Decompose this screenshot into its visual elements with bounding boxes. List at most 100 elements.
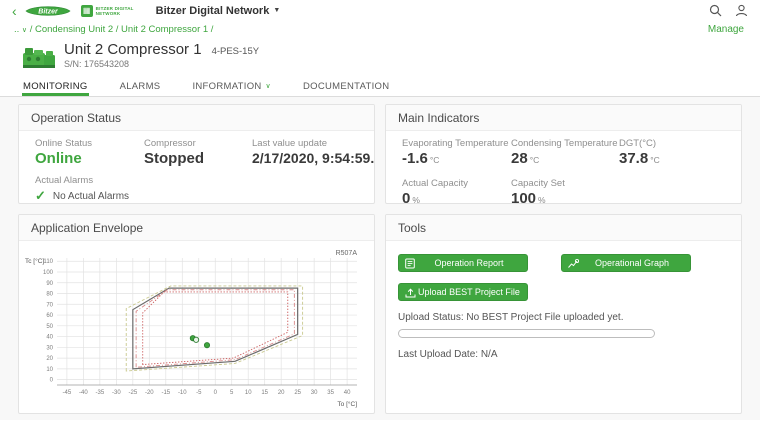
- user-icon[interactable]: [735, 4, 748, 17]
- unit-header: Unit 2 Compressor 1 4-PES-15Y S/N: 17654…: [0, 38, 760, 76]
- field-dgt: DGT(°C) 37.8°C: [619, 138, 725, 167]
- check-icon: ✓: [35, 190, 46, 202]
- operation-status-body: Online Status Online Compressor Stopped …: [19, 131, 374, 204]
- bdn-logo[interactable]: ▦ BITZER DIGITAL NETWORK: [81, 5, 134, 17]
- x-tick-label: 15: [261, 390, 268, 396]
- tab-monitoring[interactable]: MONITORING: [22, 76, 89, 96]
- compressor-value: Stopped: [144, 150, 252, 167]
- x-tick-label: -20: [145, 390, 154, 396]
- field-compressor: Compressor Stopped: [144, 138, 252, 167]
- field-evaporating-temperature: Evaporating Temperature -1.6°C: [402, 138, 511, 167]
- alarms-value: No Actual Alarms: [53, 191, 129, 202]
- x-tick-label: -45: [63, 390, 72, 396]
- back-chevron-icon[interactable]: ‹: [12, 4, 17, 18]
- x-tick-label: 40: [344, 390, 351, 396]
- chevron-down-icon: ∨: [266, 82, 271, 90]
- panel-title: Tools: [386, 215, 741, 241]
- x-tick-label: -15: [161, 390, 170, 396]
- x-tick-label: 20: [278, 390, 285, 396]
- app-title: Bitzer Digital Network: [156, 5, 270, 17]
- field-condensing-temperature: Condensing Temperature 28°C: [511, 138, 619, 167]
- indicators-grid: Evaporating Temperature -1.6°C Condensin…: [402, 138, 725, 204]
- last-update-value: 2/17/2020, 9:54:59...: [252, 150, 375, 166]
- x-tick-label: -30: [112, 390, 121, 396]
- field-online-status: Online Status Online: [35, 138, 144, 167]
- operating-point: [194, 337, 199, 342]
- top-app-bar: ‹ Bitzer ▦ BITZER DIGITAL NETWORK Bitzer…: [0, 0, 760, 21]
- panel-title: Main Indicators: [386, 105, 741, 131]
- y-tick-label: 90: [46, 281, 53, 287]
- y-tick-label: 100: [43, 270, 54, 276]
- x-tick-label: -5: [196, 390, 202, 396]
- manage-link[interactable]: Manage: [708, 24, 744, 35]
- x-tick-label: 5: [230, 390, 234, 396]
- last-upload-date-text: Last Upload Date: N/A: [398, 349, 729, 360]
- field-capacity-set: Capacity Set 100%: [511, 178, 619, 204]
- x-tick-label: 35: [327, 390, 334, 396]
- x-axis-label: To [°C]: [337, 400, 357, 408]
- y-tick-label: 50: [46, 324, 53, 330]
- application-envelope-chart: -45 -40 -35 -30 -25 -20 -15 -10 -5 0 5 10 15 20 25 30 35…: [23, 245, 369, 411]
- y-tick-label: 20: [46, 356, 53, 362]
- tab-information[interactable]: INFORMATION∨: [191, 76, 272, 96]
- operating-point: [204, 343, 209, 348]
- online-status-value: Online: [35, 150, 144, 167]
- y-tick-label: 40: [46, 335, 53, 341]
- operation-status-panel: Operation Status Online Status Online Co…: [18, 104, 375, 204]
- bitzer-logo[interactable]: Bitzer: [25, 4, 71, 18]
- content: Operation Status Online Status Online Co…: [0, 97, 760, 420]
- unit-name: Unit 2 Compressor 1: [64, 41, 202, 58]
- y-tick-label: 30: [46, 345, 53, 351]
- y-tick-label: 0: [50, 378, 54, 384]
- x-tick-label: -10: [178, 390, 187, 396]
- report-icon: [405, 258, 417, 269]
- actual-alarms-label: Actual Alarms: [35, 175, 358, 186]
- svg-text:Bitzer: Bitzer: [38, 8, 59, 15]
- y-tick-label: 110: [43, 259, 53, 265]
- main-indicators-panel: Main Indicators Evaporating Temperature …: [385, 104, 742, 204]
- breadcrumb[interactable]: .. ∨ / Condensing Unit 2 / Unit 2 Compre…: [14, 24, 213, 35]
- chevron-down-icon: ∨: [22, 27, 27, 34]
- search-icon[interactable]: [709, 4, 722, 17]
- x-tick-label: -35: [96, 390, 105, 396]
- x-tick-label: 25: [294, 390, 301, 396]
- x-tick-label: -25: [128, 390, 137, 396]
- panel-title: Application Envelope: [19, 215, 374, 241]
- x-tick-label: -40: [79, 390, 88, 396]
- field-actual-capacity: Actual Capacity 0%: [402, 178, 511, 204]
- bdn-logo-icon: ▦: [81, 5, 93, 17]
- application-envelope-panel: Application Envelope -45-40-35-30-25-20-…: [18, 214, 375, 414]
- breadcrumb-row: .. ∨ / Condensing Unit 2 / Unit 2 Compre…: [0, 21, 760, 38]
- graph-icon: [568, 258, 580, 269]
- y-tick-label: 60: [46, 313, 53, 319]
- breadcrumb-collapsed[interactable]: ..: [14, 24, 19, 35]
- x-tick-label: 10: [245, 390, 252, 396]
- app-title-menu[interactable]: Bitzer Digital Network ▼: [156, 5, 281, 17]
- tools-panel: Tools Operation Report Operational Graph: [385, 214, 742, 414]
- tab-documentation[interactable]: DOCUMENTATION: [302, 76, 390, 96]
- compressor-image: [22, 43, 56, 70]
- unit-meta: Unit 2 Compressor 1 4-PES-15Y S/N: 17654…: [64, 41, 259, 69]
- x-tick-label: 0: [214, 390, 218, 396]
- y-tick-label: 70: [46, 302, 53, 308]
- unit-model: 4-PES-15Y: [212, 46, 260, 57]
- chevron-down-icon: ▼: [273, 7, 280, 14]
- topbar-actions: [709, 4, 748, 17]
- y-axis-label: Tc [°C]: [25, 257, 44, 265]
- upload-icon: [405, 287, 417, 298]
- bdn-logo-text: BITZER DIGITAL NETWORK: [96, 6, 134, 16]
- y-tick-label: 10: [46, 367, 53, 373]
- field-last-value-update: Last value update 2/17/2020, 9:54:59...: [252, 138, 375, 167]
- upload-progress-bar: [398, 329, 655, 338]
- y-tick-label: 80: [46, 292, 53, 298]
- tab-alarms[interactable]: ALARMS: [119, 76, 162, 96]
- tab-bar: MONITORING ALARMS INFORMATION∨ DOCUMENTA…: [0, 76, 760, 97]
- panel-title: Operation Status: [19, 105, 374, 131]
- unit-serial: S/N: 176543208: [64, 59, 259, 69]
- operation-report-button[interactable]: Operation Report: [398, 254, 528, 272]
- refrigerant-label: R507A: [336, 250, 358, 257]
- upload-best-project-file-button[interactable]: Upload BEST Project File: [398, 283, 528, 301]
- operational-graph-button[interactable]: Operational Graph: [561, 254, 691, 272]
- upload-status-text: Upload Status: No BEST Project File uplo…: [398, 312, 729, 323]
- breadcrumb-path[interactable]: / Condensing Unit 2 / Unit 2 Compressor …: [30, 24, 214, 35]
